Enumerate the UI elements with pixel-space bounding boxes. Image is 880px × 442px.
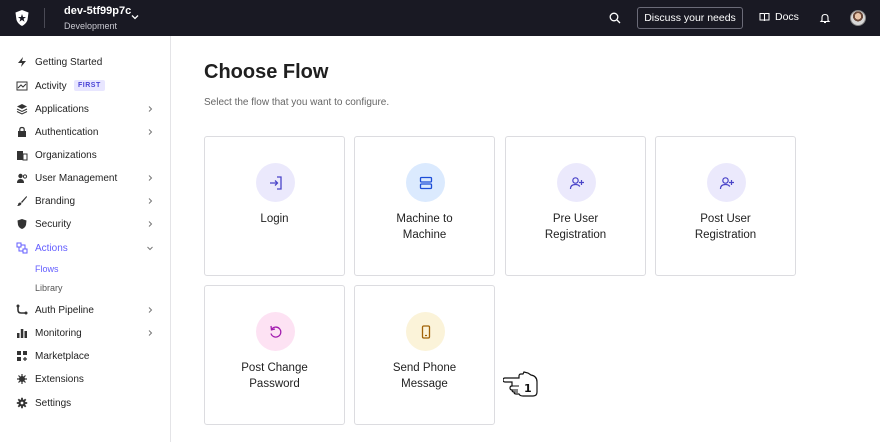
flow-card-post-user-registration[interactable]: Post User Registration [655, 136, 796, 276]
pipeline-icon [16, 304, 28, 316]
phone-icon [406, 312, 445, 351]
page-subtitle: Select the flow that you want to configu… [204, 97, 389, 108]
first-badge: FIRST [74, 80, 105, 91]
sidebar-item-label: Extensions [35, 374, 84, 385]
flow-card-label: Post Change Password [205, 361, 344, 392]
actions-icon [16, 242, 28, 254]
sidebar-item-user-management[interactable]: User Management [0, 167, 170, 189]
flow-card-pre-user-registration[interactable]: Pre User Registration [505, 136, 646, 276]
sidebar-item-branding[interactable]: Branding [0, 190, 170, 212]
chevron-right-icon [146, 174, 154, 182]
sidebar-item-getting-started[interactable]: Getting Started [0, 51, 170, 73]
sidebar-item-label: Organizations [35, 150, 97, 161]
search-icon[interactable] [609, 12, 621, 24]
sidebar-item-label: Auth Pipeline [35, 305, 94, 316]
hand-pointer-icon: 1 [503, 370, 539, 398]
sidebar-item-label: Applications [35, 104, 89, 115]
tenant-name: dev-5tf99p7c [64, 5, 131, 18]
chevron-right-icon [146, 128, 154, 136]
auth0-logo-icon[interactable] [13, 9, 31, 27]
sidebar-item-applications[interactable]: Applications [0, 98, 170, 120]
grid-plus-icon [16, 350, 28, 362]
chevron-right-icon [146, 306, 154, 314]
gear-icon [16, 397, 28, 409]
bolt-icon [16, 56, 28, 68]
sidebar-item-settings[interactable]: Settings [0, 392, 170, 414]
chevron-right-icon [146, 329, 154, 337]
sidebar-subitem-flows[interactable]: Flows [35, 264, 59, 274]
chevron-down-icon[interactable] [130, 12, 140, 22]
sidebar-item-organizations[interactable]: Organizations [0, 144, 170, 166]
page-title: Choose Flow [204, 61, 328, 84]
bell-icon[interactable] [819, 12, 831, 24]
sidebar-item-security[interactable]: Security [0, 213, 170, 235]
sidebar-item-label: User Management [35, 173, 117, 184]
docs-label: Docs [775, 11, 799, 23]
chart-icon [16, 327, 28, 339]
chevron-right-icon [146, 220, 154, 228]
sidebar-item-extensions[interactable]: Extensions [0, 368, 170, 390]
sidebar-item-monitoring[interactable]: Monitoring [0, 322, 170, 344]
tenant-switcher[interactable]: dev-5tf99p7c Development [64, 5, 131, 33]
activity-icon [16, 80, 28, 92]
svg-text:1: 1 [524, 382, 532, 395]
sidebar-item-label: Activity [35, 81, 67, 92]
chevron-right-icon [146, 197, 154, 205]
sidebar-item-label: Actions [35, 243, 68, 254]
flow-card-send-phone-message[interactable]: Send Phone Message [354, 285, 495, 425]
flow-card-label: Send Phone Message [355, 361, 494, 392]
topbar-divider [44, 8, 45, 28]
sidebar-item-label: Branding [35, 196, 75, 207]
chevron-down-icon [146, 244, 154, 252]
book-icon [759, 12, 770, 22]
shield-icon [16, 218, 28, 230]
sidebar-item-label: Monitoring [35, 328, 82, 339]
sidebar-item-actions[interactable]: Actions [0, 237, 170, 259]
sidebar-item-label: Security [35, 219, 71, 230]
top-bar: dev-5tf99p7c Development Discuss your ne… [0, 0, 880, 36]
sidebar-item-marketplace[interactable]: Marketplace [0, 345, 170, 367]
avatar[interactable] [850, 10, 866, 26]
sidebar-item-activity[interactable]: Activity FIRST [0, 75, 170, 97]
sidebar-item-auth-pipeline[interactable]: Auth Pipeline [0, 299, 170, 321]
discuss-needs-button[interactable]: Discuss your needs [637, 7, 743, 29]
login-icon [256, 163, 295, 202]
reset-icon [256, 312, 295, 351]
sidebar-item-authentication[interactable]: Authentication [0, 121, 170, 143]
layers-icon [16, 103, 28, 115]
chevron-right-icon [146, 105, 154, 113]
flow-card-label: Machine to Machine [355, 212, 494, 243]
flow-card-label: Post User Registration [656, 212, 795, 243]
flow-card-machine-to-machine[interactable]: Machine to Machine [354, 136, 495, 276]
sidebar-item-label: Marketplace [35, 351, 89, 362]
users-icon [16, 172, 28, 184]
brush-icon [16, 195, 28, 207]
puzzle-icon [16, 373, 28, 385]
lock-icon [16, 126, 28, 138]
flow-card-login[interactable]: Login [204, 136, 345, 276]
sidebar-item-label: Settings [35, 398, 71, 409]
flow-card-label: Login [205, 212, 344, 228]
flow-card-post-change-password[interactable]: Post Change Password [204, 285, 345, 425]
sidebar-subitem-library[interactable]: Library [35, 283, 63, 293]
tenant-environment: Development [64, 19, 131, 33]
sidebar-item-label: Authentication [35, 127, 98, 138]
server-icon [406, 163, 445, 202]
user-plus-icon [557, 163, 596, 202]
sidebar-item-label: Getting Started [35, 57, 102, 68]
user-plus-icon [707, 163, 746, 202]
building-icon [16, 149, 28, 161]
docs-link[interactable]: Docs [759, 11, 799, 23]
flow-card-label: Pre User Registration [506, 212, 645, 243]
sidebar: Getting Started Activity FIRST Applicati… [0, 36, 171, 442]
